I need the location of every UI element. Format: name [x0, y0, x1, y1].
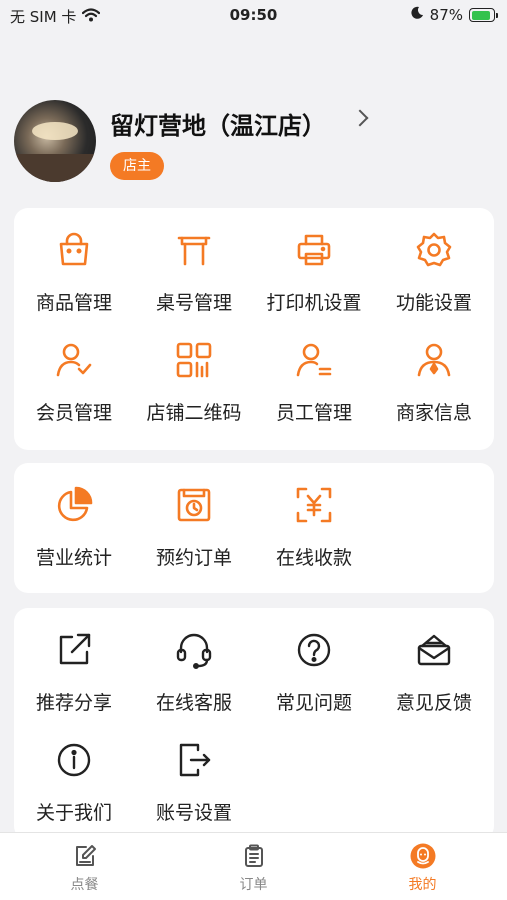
- menu-item-label: 商家信息: [395, 402, 472, 424]
- business-card: 营业统计 预约订单 在线收款: [14, 463, 494, 593]
- menu-item-printer[interactable]: 打印机设置: [254, 208, 374, 314]
- menu-item-label: 店铺二维码: [146, 402, 242, 424]
- menu-item-label: 商品管理: [35, 292, 112, 314]
- menu-item-label: 会员管理: [35, 402, 112, 424]
- reservation-icon: [174, 485, 214, 525]
- menu-item-label: 桌号管理: [155, 292, 232, 314]
- menu-item-account-settings[interactable]: 账号设置: [134, 718, 254, 824]
- menu-item-label: 关于我们: [35, 802, 112, 824]
- menu-item-label: 员工管理: [275, 402, 352, 424]
- menu-item-label: 打印机设置: [266, 292, 362, 314]
- menu-item-label: 在线收款: [275, 547, 352, 569]
- logout-icon: [174, 740, 214, 780]
- status-bar: 无 SIM 卡 09:50 87%: [0, 0, 507, 32]
- gear-icon: [414, 230, 454, 270]
- tab-label: 订单: [239, 877, 268, 893]
- yuan-scan-icon: [294, 485, 334, 525]
- edit-icon: [72, 843, 98, 869]
- management-card: 商品管理 桌号管理 打印机设置 功能设置 会员管理 店铺二维码 员工管理 商家信…: [14, 208, 494, 450]
- shop-avatar[interactable]: [14, 100, 96, 182]
- menu-item-faq[interactable]: 常见问题: [254, 608, 374, 714]
- printer-icon: [294, 230, 334, 270]
- status-right: 87%: [410, 6, 498, 24]
- profile-icon: [410, 843, 436, 869]
- battery-icon: [469, 8, 498, 22]
- service-card: 推荐分享 在线客服 常见问题 意见反馈 关于我们 账号设置: [14, 608, 494, 840]
- role-badge: 店主: [110, 152, 164, 180]
- table-icon: [174, 230, 214, 270]
- menu-item-about-us[interactable]: 关于我们: [14, 718, 134, 824]
- menu-item-products[interactable]: 商品管理: [14, 208, 134, 314]
- menu-item-share[interactable]: 推荐分享: [14, 608, 134, 714]
- menu-item-label: 在线客服: [155, 692, 232, 714]
- tab-order-food[interactable]: 点餐: [0, 833, 169, 900]
- clipboard-icon: [241, 843, 267, 869]
- menu-item-label: 营业统计: [35, 547, 112, 569]
- tab-mine[interactable]: 我的: [338, 833, 507, 900]
- moon-icon: [410, 6, 424, 24]
- menu-item-label: 意见反馈: [395, 692, 472, 714]
- merchant-icon: [414, 340, 454, 380]
- menu-item-label: 功能设置: [395, 292, 472, 314]
- qrcode-icon: [174, 340, 214, 380]
- menu-item-online-payment[interactable]: 在线收款: [254, 463, 374, 569]
- menu-item-label: 常见问题: [275, 692, 352, 714]
- menu-item-qrcode[interactable]: 店铺二维码: [134, 318, 254, 424]
- info-icon: [54, 740, 94, 780]
- staff-icon: [294, 340, 334, 380]
- member-icon: [54, 340, 94, 380]
- menu-item-reservations[interactable]: 预约订单: [134, 463, 254, 569]
- headset-icon: [174, 630, 214, 670]
- tab-label: 我的: [408, 877, 437, 893]
- tab-orders[interactable]: 订单: [169, 833, 338, 900]
- question-icon: [294, 630, 334, 670]
- share-icon: [54, 630, 94, 670]
- feedback-icon: [414, 630, 454, 670]
- pie-chart-icon: [54, 485, 94, 525]
- battery-percent: 87%: [429, 6, 463, 24]
- shop-profile[interactable]: 留灯营地（温江店） 店主: [14, 100, 494, 184]
- menu-item-customer-service[interactable]: 在线客服: [134, 608, 254, 714]
- tab-label: 点餐: [70, 877, 99, 893]
- menu-item-merchant-info[interactable]: 商家信息: [374, 318, 494, 424]
- menu-item-staff[interactable]: 员工管理: [254, 318, 374, 424]
- menu-item-statistics[interactable]: 营业统计: [14, 463, 134, 569]
- menu-item-members[interactable]: 会员管理: [14, 318, 134, 424]
- shop-name[interactable]: 留灯营地（温江店）: [110, 106, 326, 141]
- bottom-tab-bar: 点餐 订单 我的: [0, 832, 507, 900]
- menu-item-tables[interactable]: 桌号管理: [134, 208, 254, 314]
- chevron-right-icon[interactable]: [351, 109, 369, 127]
- bag-icon: [54, 230, 94, 270]
- menu-item-function-settings[interactable]: 功能设置: [374, 208, 494, 314]
- menu-item-feedback[interactable]: 意见反馈: [374, 608, 494, 714]
- menu-item-label: 预约订单: [155, 547, 232, 569]
- menu-item-label: 推荐分享: [35, 692, 112, 714]
- menu-item-label: 账号设置: [155, 802, 232, 824]
